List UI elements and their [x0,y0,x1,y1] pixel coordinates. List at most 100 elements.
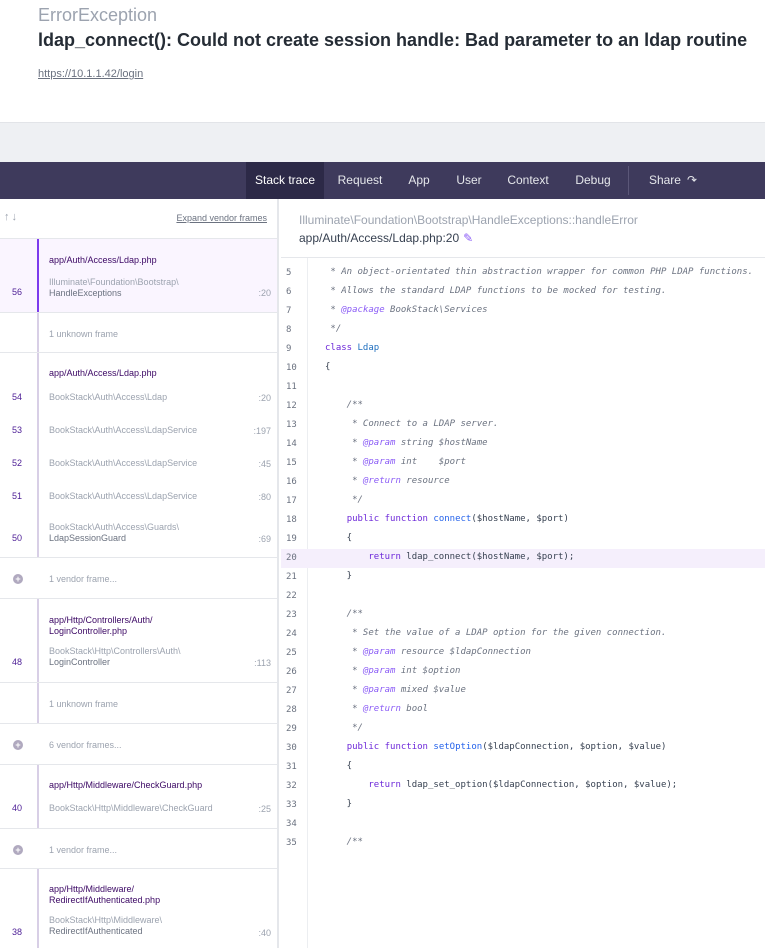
frame-row[interactable]: 56 Illuminate\Foundation\Bootstrap\ Hand… [0,275,277,298]
code-line: 19 { [281,530,765,549]
frame-class: RedirectIfAuthenticated [49,926,143,936]
frame-row[interactable]: 52 BookStack\Auth\Access\LdapService :45 [0,457,277,471]
tab-user[interactable]: User [448,162,490,199]
code-line-number: 18 [286,515,297,525]
unknown-frame-label: 1 unknown frame [49,699,119,709]
code-line-number: 23 [286,610,297,620]
plus-circle-icon: + [13,740,23,750]
tab-app[interactable]: App [398,162,440,199]
frame-file: LoginController.php [49,626,128,636]
frame-line-number: 50 [12,533,23,543]
code-line-text: * @package BookStack\Services [325,305,488,315]
code-line-number: 24 [286,629,297,639]
vendor-frames-toggle[interactable]: + 6 vendor frames... [0,724,277,765]
frame-line-number: 38 [12,927,23,937]
code-line-number: 11 [286,382,297,392]
frame-file-path[interactable]: app/Auth/Access/Ldap.php:20 ✎ [299,231,473,245]
frame-group: 1 unknown frame [0,683,277,724]
code-line-number: 20 [286,553,297,563]
frame-row[interactable]: 50 BookStack\Auth\Access\Guards\ LdapSes… [0,521,277,544]
frame-col: :20 [258,393,271,403]
code-line-number: 22 [286,591,297,601]
frame-col: :197 [253,426,271,436]
code-line-text: /** [325,400,363,410]
code-line-text: /** [325,609,363,619]
code-line-number: 14 [286,439,297,449]
code-line-text: public function setOption($ldapConnectio… [346,742,667,752]
tab-debug[interactable]: Debug [566,162,620,199]
frame-row[interactable]: 40 BookStack\Http\Middleware\CheckGuard … [0,802,277,816]
code-line-number: 30 [286,743,297,753]
code-line: 24 * Set the value of a LDAP option for … [281,625,765,644]
frame-class: BookStack\Http\Middleware\CheckGuard [49,803,213,813]
code-line: 13 * Connect to a LDAP server. [281,416,765,435]
error-header: ErrorException ldap_connect(): Could not… [0,0,765,122]
code-line: 32 return ldap_set_option($ldapConnectio… [281,777,765,796]
frame-group: app/Http/Middleware/ RedirectIfAuthentic… [0,869,277,948]
sort-arrows-icon[interactable]: ↑↓ [4,211,19,223]
code-line: 18 public function connect($hostName, $p… [281,511,765,530]
code-line-number: 16 [286,477,297,487]
frame-row[interactable]: 54 BookStack\Auth\Access\Ldap :20 [0,391,277,405]
code-line-text: * @return resource [325,476,450,486]
frame-line-number: 40 [12,803,23,813]
frame-col: :25 [258,804,271,814]
code-line-number: 10 [286,363,297,373]
share-arrow-icon: ↷ [686,173,698,187]
vendor-frames-toggle[interactable]: + 1 vendor frame... [0,558,277,599]
code-line-number: 33 [286,800,297,810]
frame-class: BookStack\Http\Middleware\ [49,915,163,925]
frame-class: BookStack\Auth\Access\LdapService [49,458,198,468]
code-line-number: 27 [286,686,297,696]
expand-vendor-frames-link[interactable]: Expand vendor frames [176,213,267,223]
frame-bar [37,683,39,723]
frame-group[interactable]: app/Auth/Access/Ldap.php 56 Illuminate\F… [0,239,277,313]
code-line-text: } [325,799,353,809]
code-line: 30 public function setOption($ldapConnec… [281,739,765,758]
tab-stack-trace[interactable]: Stack trace [246,162,324,199]
frame-file: app/Http/Middleware/CheckGuard.php [49,780,203,790]
frame-bar [37,599,39,682]
frame-row[interactable]: 38 BookStack\Http\Middleware\ RedirectIf… [0,914,277,938]
frame-row[interactable]: 51 BookStack\Auth\Access\LdapService :80 [0,490,277,504]
vendor-frames-toggle[interactable]: + 1 vendor frame... [0,829,277,869]
tab-request[interactable]: Request [330,162,390,199]
code-line-number: 17 [286,496,297,506]
code-line: 12 /** [281,397,765,416]
tab-separator [628,166,629,195]
frame-file: app/Auth/Access/Ldap.php [49,368,157,378]
code-line: 27 * @param mixed $value [281,682,765,701]
file-path-prefix: app/Auth/Access/ [299,231,393,245]
code-panel: Illuminate\Foundation\Bootstrap\HandleEx… [281,199,765,948]
code-line-text: * Connect to a LDAP server. [325,419,499,429]
frame-file: app/Http/Controllers/Auth/ [49,615,153,625]
code-line: 29 */ [281,720,765,739]
frame-class: BookStack\Auth\Access\LdapService [49,425,198,435]
frame-line-number: 52 [12,458,23,468]
code-line-text: return ldap_connect($hostName, $port); [368,552,575,562]
frame-row[interactable]: 53 BookStack\Auth\Access\LdapService :19… [0,424,277,438]
code-line: 33 } [281,796,765,815]
frame-row[interactable]: 48 BookStack\Http\Controllers\Auth\ Logi… [0,645,277,668]
frame-group: app/Auth/Access/Ldap.php 54 BookStack\Au… [0,353,277,558]
code-line: 7 * @package BookStack\Services [281,302,765,321]
request-url-link[interactable]: https://10.1.1.42/login [38,68,143,80]
frame-method: Illuminate\Foundation\Bootstrap\HandleEx… [299,213,638,227]
code-line-number: 26 [286,667,297,677]
frames-toolbar: ↑↓ Expand vendor frames [0,199,277,239]
tab-context[interactable]: Context [500,162,556,199]
code-line-number: 21 [286,572,297,582]
share-button[interactable]: Share ↷ [640,162,706,199]
frame-bar [37,313,39,352]
code-line-text: * @param int $port [325,457,466,467]
frame-line-number: 48 [12,657,23,667]
frame-group: app/Http/Controllers/Auth/ LoginControll… [0,599,277,683]
exception-class: ErrorException [38,5,158,25]
code-line-text: * @param string $hostName [325,438,488,448]
code-line-number: 13 [286,420,297,430]
code-line: 8 */ [281,321,765,340]
code-line: 21 } [281,568,765,587]
pencil-icon[interactable]: ✎ [463,231,473,245]
frame-col: :20 [258,288,271,298]
code-line: 14 * @param string $hostName [281,435,765,454]
